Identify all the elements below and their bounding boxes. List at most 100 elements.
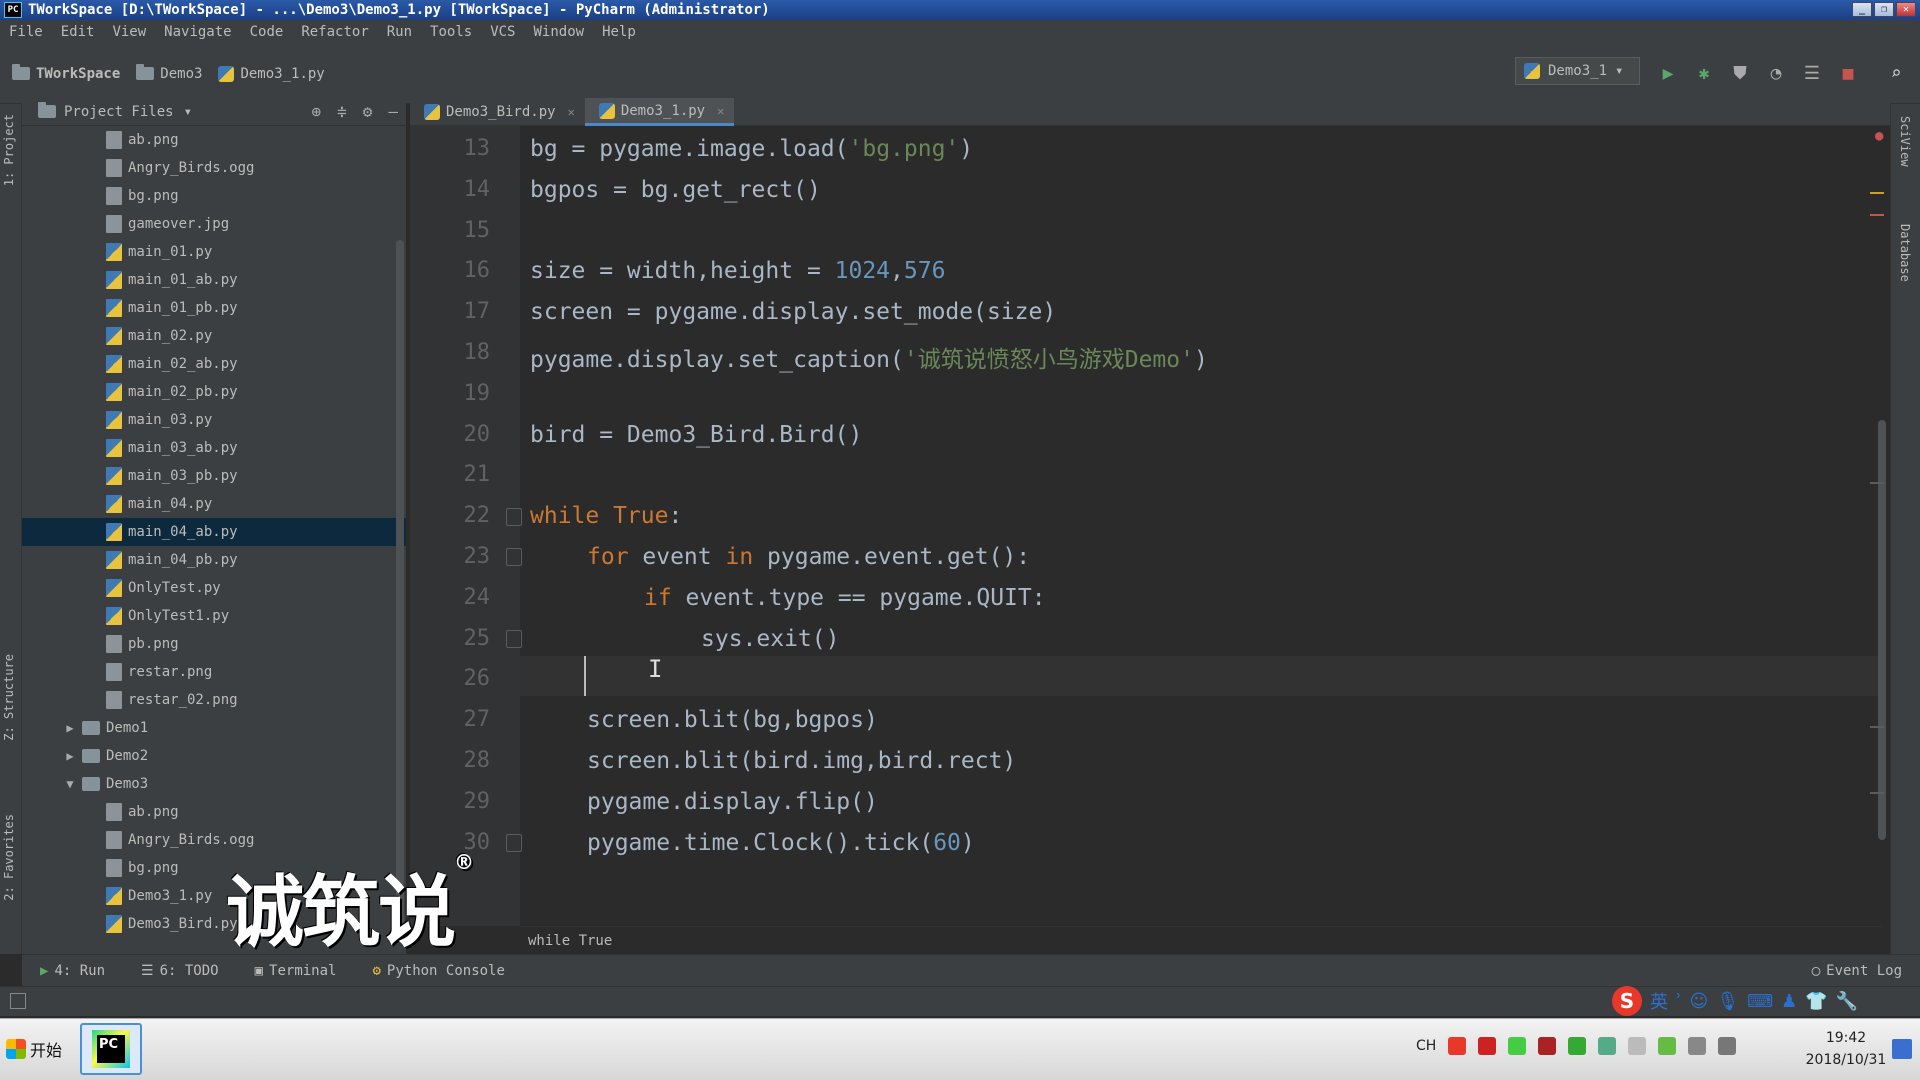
menu-navigate[interactable]: Navigate [155, 24, 240, 40]
menu-help[interactable]: Help [593, 24, 645, 40]
code-line[interactable]: pygame.time.Clock().tick(60) [587, 830, 975, 856]
microphone-icon[interactable]: 🎙 [1716, 991, 1739, 1012]
skin-icon[interactable]: 👕 [1805, 991, 1827, 1012]
menu-tools[interactable]: Tools [421, 24, 481, 40]
project-tool-tab[interactable]: 1: Project [2, 114, 16, 186]
code-line[interactable]: pygame.display.flip() [587, 789, 878, 815]
menu-file[interactable]: File [0, 24, 52, 40]
locate-file-icon[interactable]: ⊕ [311, 102, 321, 121]
collapsed-arrow-icon[interactable]: ▶ [62, 721, 78, 735]
tree-file[interactable]: main_04_ab.py [22, 518, 406, 546]
keyboard-icon[interactable]: ⌨ [1747, 991, 1773, 1012]
ime-mode-toggle[interactable]: 英 [1650, 988, 1668, 1014]
code-line[interactable]: for event in pygame.event.get(): [587, 544, 1030, 570]
tree-file[interactable]: pb.png [22, 630, 406, 658]
close-tab-icon[interactable]: ✕ [568, 105, 575, 119]
code-line[interactable]: screen.blit(bird.img,bird.rect) [587, 748, 1016, 774]
expanded-arrow-icon[interactable]: ▼ [62, 777, 78, 791]
security-tray-icon[interactable] [1598, 1037, 1617, 1055]
code-line[interactable]: screen = pygame.display.set_mode(size) [530, 299, 1056, 325]
gutter-marker[interactable] [1870, 482, 1884, 484]
gutter-marker[interactable] [1870, 792, 1884, 794]
tab-demo3-1[interactable]: Demo3_1.py ✕ [584, 98, 735, 126]
tree-file[interactable]: OnlyTest.py [22, 574, 406, 602]
breadcrumb-project[interactable]: TWorkSpace [12, 64, 120, 82]
fold-marker-icon[interactable] [506, 834, 522, 852]
tree-file[interactable]: bg.png [22, 182, 406, 210]
breadcrumb-folder[interactable]: Demo3 [136, 64, 202, 82]
flag-tray-icon[interactable] [1538, 1037, 1557, 1055]
restore-icon[interactable]: ❐ [1874, 2, 1894, 17]
editor-breadcrumb-label[interactable]: while True [528, 933, 612, 949]
tree-file[interactable]: main_02_ab.py [22, 350, 406, 378]
network-tray-icon[interactable] [1628, 1037, 1647, 1055]
show-desktop-icon[interactable] [1892, 1039, 1912, 1059]
project-view-selector[interactable]: Project Files [64, 104, 174, 120]
tree-file[interactable]: main_01.py [22, 238, 406, 266]
code-line[interactable]: while True: [530, 503, 682, 529]
tree-file[interactable]: main_04.py [22, 490, 406, 518]
todo-tool-tab[interactable]: ☰ 6: TODO [123, 955, 237, 987]
tree-file[interactable]: ab.png [22, 798, 406, 826]
code-line[interactable]: screen.blit(bg,bgpos) [587, 707, 878, 733]
database-tool-tab[interactable]: Database [1898, 224, 1912, 282]
shield-tray-icon[interactable] [1658, 1037, 1677, 1055]
error-marker[interactable] [1870, 214, 1884, 216]
favorites-tool-tab[interactable]: 2: Favorites [2, 814, 16, 901]
stop-icon[interactable]: ■ [1837, 62, 1859, 84]
system-clock[interactable]: 19:42 2018/10/31 [1804, 1027, 1888, 1071]
tree-file[interactable]: main_01_ab.py [22, 266, 406, 294]
tree-file[interactable]: OnlyTest1.py [22, 602, 406, 630]
menu-vcs[interactable]: VCS [481, 24, 524, 40]
fold-marker-icon[interactable] [506, 508, 522, 526]
concurrency-icon[interactable]: ☰ [1801, 62, 1823, 84]
tree-file[interactable]: main_04_pb.py [22, 546, 406, 574]
language-indicator[interactable]: CH [1416, 1038, 1436, 1054]
tree-file[interactable]: main_03_pb.py [22, 462, 406, 490]
tree-file[interactable]: restar_02.png [22, 686, 406, 714]
code-line[interactable]: size = width,height = 1024,576 [530, 258, 945, 284]
volume-icon[interactable] [1718, 1037, 1737, 1055]
run-icon[interactable]: ▶ [1657, 62, 1679, 84]
menu-edit[interactable]: Edit [52, 24, 104, 40]
gear-icon[interactable]: ⚙ [363, 102, 373, 121]
tools-icon[interactable]: 🔧 [1836, 991, 1858, 1012]
sogou-tray-icon[interactable] [1448, 1037, 1467, 1055]
toggle-tool-windows-icon[interactable] [10, 993, 26, 1009]
debug-icon[interactable]: ✱ [1693, 62, 1715, 84]
update-tray-icon[interactable] [1568, 1037, 1587, 1055]
project-scrollbar[interactable] [396, 240, 404, 940]
code-line[interactable]: bgpos = bg.get_rect() [530, 177, 821, 203]
fold-marker-icon[interactable] [506, 630, 522, 648]
tree-file[interactable]: Angry_Birds.ogg [22, 154, 406, 182]
tree-file[interactable]: main_03.py [22, 406, 406, 434]
menu-code[interactable]: Code [241, 24, 293, 40]
start-button[interactable]: 开始 [2, 1029, 64, 1069]
gutter-marker[interactable] [1870, 726, 1884, 728]
sciview-tool-tab[interactable]: SciView [1898, 116, 1912, 167]
code-line[interactable]: pygame.display.set_caption('诚筑说愤怒小鸟游戏Dem… [530, 340, 1208, 374]
coverage-icon[interactable]: ⛊ [1729, 62, 1751, 84]
menu-refactor[interactable]: Refactor [292, 24, 377, 40]
collapsed-arrow-icon[interactable]: ▶ [62, 749, 78, 763]
structure-tool-tab[interactable]: Z: Structure [2, 654, 16, 741]
breadcrumb-file[interactable]: Demo3_1.py [218, 65, 325, 82]
tab-demo3-bird[interactable]: Demo3_Bird.py ✕ [410, 98, 585, 126]
punctuation-icon[interactable]: ʾ [1676, 991, 1682, 1012]
run-config-selector[interactable]: Demo3_1 ▾ [1515, 57, 1640, 85]
search-icon[interactable]: ⌕ [1885, 62, 1907, 84]
code-line[interactable]: if event.type == pygame.QUIT: [644, 585, 1046, 611]
wechat-tray-icon[interactable] [1508, 1037, 1527, 1055]
close-tab-icon[interactable]: ✕ [717, 104, 724, 118]
tree-file[interactable]: gameover.jpg [22, 210, 406, 238]
code-line[interactable]: sys.exit() [701, 626, 839, 652]
hide-panel-icon[interactable]: — [388, 102, 398, 121]
error-indicator-icon[interactable]: ● [1875, 128, 1883, 144]
tree-file[interactable]: ab.png [22, 126, 406, 154]
emoji-icon[interactable]: ☺ [1690, 991, 1709, 1012]
tree-file[interactable]: main_01_pb.py [22, 294, 406, 322]
close-icon[interactable]: ✕ [1896, 2, 1916, 17]
tree-file[interactable]: main_02_pb.py [22, 378, 406, 406]
code-line[interactable]: bird = Demo3_Bird.Bird() [530, 422, 862, 448]
event-log-tool-tab[interactable]: ◯ Event Log [1794, 955, 1920, 987]
